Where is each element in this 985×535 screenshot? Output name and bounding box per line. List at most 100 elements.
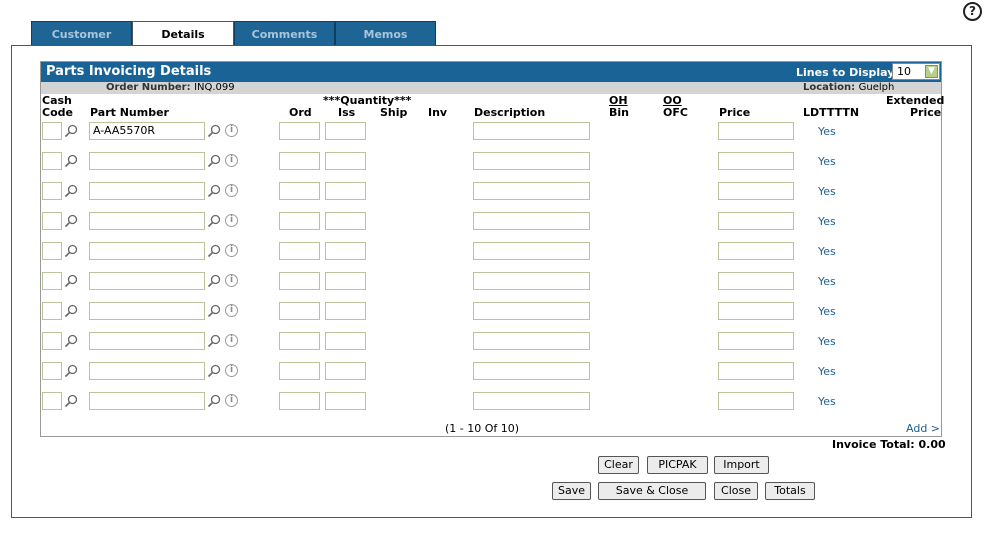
description-input[interactable] <box>473 152 590 170</box>
ord-quantity-input[interactable] <box>279 392 320 410</box>
cash-code-input[interactable] <box>42 152 62 170</box>
tab-customer[interactable]: Customer <box>31 21 132 46</box>
ldtttn-value[interactable]: Yes <box>818 155 836 168</box>
lines-to-display-select[interactable]: 10 ▼ <box>892 63 940 80</box>
iss-quantity-input[interactable] <box>325 122 366 140</box>
search-icon[interactable] <box>207 184 221 198</box>
cash-code-input[interactable] <box>42 272 62 290</box>
price-input[interactable] <box>718 332 794 350</box>
description-input[interactable] <box>473 122 590 140</box>
price-input[interactable] <box>718 212 794 230</box>
search-icon[interactable] <box>207 274 221 288</box>
add-link[interactable]: Add > <box>906 422 940 435</box>
ord-quantity-input[interactable] <box>279 242 320 260</box>
tab-details[interactable]: Details <box>132 21 234 47</box>
search-icon[interactable] <box>207 304 221 318</box>
part-number-input[interactable] <box>89 302 205 320</box>
search-icon[interactable] <box>64 334 78 348</box>
part-number-input[interactable]: A-AA5570R <box>89 122 205 140</box>
part-number-input[interactable] <box>89 242 205 260</box>
ldtttn-value[interactable]: Yes <box>818 395 836 408</box>
part-number-input[interactable] <box>89 362 205 380</box>
cash-code-input[interactable] <box>42 392 62 410</box>
help-icon[interactable]: ? <box>963 2 982 21</box>
iss-quantity-input[interactable] <box>325 182 366 200</box>
cash-code-input[interactable] <box>42 182 62 200</box>
description-input[interactable] <box>473 302 590 320</box>
ord-quantity-input[interactable] <box>279 272 320 290</box>
price-input[interactable] <box>718 182 794 200</box>
cash-code-input[interactable] <box>42 212 62 230</box>
search-icon[interactable] <box>64 214 78 228</box>
part-number-input[interactable] <box>89 182 205 200</box>
search-icon[interactable] <box>207 124 221 138</box>
info-icon[interactable]: i <box>225 184 238 197</box>
price-input[interactable] <box>718 392 794 410</box>
cash-code-input[interactable] <box>42 362 62 380</box>
ldtttn-value[interactable]: Yes <box>818 365 836 378</box>
search-icon[interactable] <box>64 274 78 288</box>
description-input[interactable] <box>473 332 590 350</box>
ldtttn-value[interactable]: Yes <box>818 215 836 228</box>
search-icon[interactable] <box>64 154 78 168</box>
info-icon[interactable]: i <box>225 124 238 137</box>
ldtttn-value[interactable]: Yes <box>818 185 836 198</box>
price-input[interactable] <box>718 122 794 140</box>
save-button[interactable]: Save <box>552 482 591 500</box>
save-close-button[interactable]: Save & Close <box>598 482 706 500</box>
search-icon[interactable] <box>207 394 221 408</box>
iss-quantity-input[interactable] <box>325 212 366 230</box>
cash-code-input[interactable] <box>42 122 62 140</box>
info-icon[interactable]: i <box>225 274 238 287</box>
iss-quantity-input[interactable] <box>325 332 366 350</box>
description-input[interactable] <box>473 182 590 200</box>
part-number-input[interactable] <box>89 392 205 410</box>
price-input[interactable] <box>718 152 794 170</box>
iss-quantity-input[interactable] <box>325 272 366 290</box>
iss-quantity-input[interactable] <box>325 152 366 170</box>
price-input[interactable] <box>718 362 794 380</box>
iss-quantity-input[interactable] <box>325 392 366 410</box>
ord-quantity-input[interactable] <box>279 122 320 140</box>
cash-code-input[interactable] <box>42 332 62 350</box>
price-input[interactable] <box>718 272 794 290</box>
search-icon[interactable] <box>64 124 78 138</box>
info-icon[interactable]: i <box>225 304 238 317</box>
search-icon[interactable] <box>64 364 78 378</box>
ord-quantity-input[interactable] <box>279 212 320 230</box>
info-icon[interactable]: i <box>225 244 238 257</box>
part-number-input[interactable] <box>89 272 205 290</box>
price-input[interactable] <box>718 242 794 260</box>
search-icon[interactable] <box>207 364 221 378</box>
search-icon[interactable] <box>64 244 78 258</box>
description-input[interactable] <box>473 212 590 230</box>
search-icon[interactable] <box>64 394 78 408</box>
chevron-down-icon[interactable]: ▼ <box>925 65 938 78</box>
description-input[interactable] <box>473 362 590 380</box>
ord-quantity-input[interactable] <box>279 182 320 200</box>
ldtttn-value[interactable]: Yes <box>818 125 836 138</box>
info-icon[interactable]: i <box>225 334 238 347</box>
ldtttn-value[interactable]: Yes <box>818 305 836 318</box>
part-number-input[interactable] <box>89 332 205 350</box>
description-input[interactable] <box>473 392 590 410</box>
part-number-input[interactable] <box>89 212 205 230</box>
ord-quantity-input[interactable] <box>279 152 320 170</box>
picpak-button[interactable]: PICPAK <box>647 456 708 474</box>
ord-quantity-input[interactable] <box>279 332 320 350</box>
iss-quantity-input[interactable] <box>325 362 366 380</box>
info-icon[interactable]: i <box>225 394 238 407</box>
info-icon[interactable]: i <box>225 364 238 377</box>
description-input[interactable] <box>473 242 590 260</box>
tab-comments[interactable]: Comments <box>234 21 335 46</box>
description-input[interactable] <box>473 272 590 290</box>
cash-code-input[interactable] <box>42 302 62 320</box>
clear-button[interactable]: Clear <box>598 456 639 474</box>
import-button[interactable]: Import <box>714 456 769 474</box>
search-icon[interactable] <box>64 184 78 198</box>
iss-quantity-input[interactable] <box>325 242 366 260</box>
search-icon[interactable] <box>64 304 78 318</box>
ldtttn-value[interactable]: Yes <box>818 245 836 258</box>
close-button[interactable]: Close <box>714 482 758 500</box>
info-icon[interactable]: i <box>225 214 238 227</box>
